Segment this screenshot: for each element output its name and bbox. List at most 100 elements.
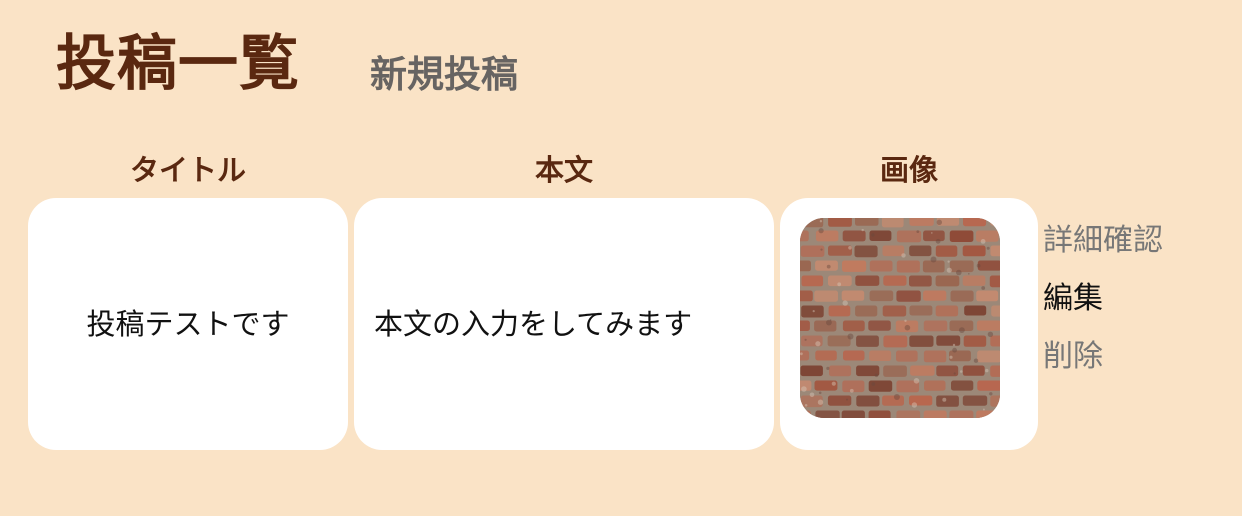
brick (923, 350, 947, 363)
brick (827, 395, 852, 406)
brick (935, 245, 958, 257)
brick (896, 290, 921, 302)
mortar-speck (804, 338, 807, 341)
brick (843, 350, 865, 361)
mortar-speck (985, 368, 989, 373)
mortar-speck (968, 273, 970, 275)
mortar-speck (847, 333, 854, 340)
post-title-cell: 投稿テストです (28, 198, 348, 450)
brick (842, 230, 866, 242)
mortar-speck (849, 388, 854, 393)
mortar-speck (980, 239, 986, 244)
brick (950, 290, 974, 302)
brick (800, 320, 810, 331)
brick (856, 335, 879, 347)
brick (841, 290, 865, 301)
brick (868, 380, 893, 392)
brick (923, 320, 948, 332)
detail-link[interactable]: 詳細確認 (1043, 212, 1163, 270)
brick (962, 275, 986, 286)
mortar-speck (991, 218, 995, 222)
brick (869, 260, 893, 272)
brick (800, 365, 823, 377)
brick (990, 365, 1000, 377)
brick (842, 320, 865, 332)
mortar-speck (976, 263, 981, 268)
brick (815, 410, 840, 418)
edit-link[interactable]: 編集 (1043, 270, 1163, 328)
brick-wall-image (800, 218, 1000, 418)
column-header-image: 画像 (879, 153, 938, 187)
delete-link[interactable]: 削除 (1043, 328, 1163, 386)
brick (936, 365, 959, 377)
brick (800, 230, 809, 242)
mortar-speck (942, 397, 947, 402)
brick (909, 335, 934, 347)
brick (801, 305, 824, 318)
mortar-speck (981, 286, 986, 290)
brick (909, 275, 932, 287)
brick (800, 260, 811, 272)
brick (882, 245, 905, 257)
mortar-speck (819, 220, 823, 223)
brick (962, 365, 985, 376)
brick (923, 290, 947, 301)
brick (800, 410, 811, 418)
brick (800, 350, 810, 361)
post-body: 本文の入力をしてみます (374, 307, 693, 341)
brick (909, 305, 933, 316)
brick (882, 305, 907, 317)
brick (815, 260, 838, 271)
brick (949, 410, 974, 418)
brick (949, 260, 974, 273)
brick (924, 380, 946, 391)
brick (923, 230, 945, 242)
mortar-speck (826, 319, 832, 326)
brick (962, 245, 986, 257)
brick (977, 260, 1000, 271)
brick (896, 350, 918, 362)
brick (869, 290, 894, 302)
brick (936, 395, 959, 407)
mortar-speck (952, 343, 956, 347)
mortar-speck (936, 219, 942, 225)
mortar-speck (989, 392, 993, 396)
brick (977, 380, 1000, 391)
post-image-cell (780, 198, 1038, 450)
row-actions: 詳細確認 編集 削除 (1043, 212, 1163, 386)
mortar-speck (931, 232, 933, 234)
brick (949, 350, 971, 362)
mortar-speck (809, 392, 815, 398)
brick (963, 335, 987, 347)
brick (827, 335, 851, 347)
brick (990, 395, 1000, 407)
new-post-link[interactable]: 新規投稿 (370, 52, 518, 98)
mortar-speck (911, 402, 918, 408)
mortar-speck (930, 256, 937, 263)
mortar-speck (901, 253, 906, 258)
column-header-body: 本文 (534, 153, 593, 187)
brick (883, 365, 907, 377)
mortar-speck (842, 300, 848, 306)
brick (842, 260, 867, 272)
mortar-speck (826, 366, 830, 370)
brick (828, 218, 852, 227)
mortar-speck (913, 378, 920, 384)
brick (868, 320, 891, 331)
mortar-speck (848, 246, 852, 250)
brick (882, 395, 904, 406)
mortar-speck (820, 248, 823, 251)
mortar-speck (982, 408, 985, 411)
brick (868, 410, 891, 418)
brick (976, 410, 1000, 418)
mortar-speck (952, 347, 957, 353)
brick (949, 230, 974, 242)
brick (909, 245, 932, 257)
brick (991, 305, 1000, 317)
mortar-speck (960, 370, 963, 373)
brick (935, 305, 959, 317)
mortar-speck (986, 246, 990, 250)
mortar-speck (949, 355, 953, 359)
brick (814, 320, 837, 332)
brick (976, 290, 999, 302)
